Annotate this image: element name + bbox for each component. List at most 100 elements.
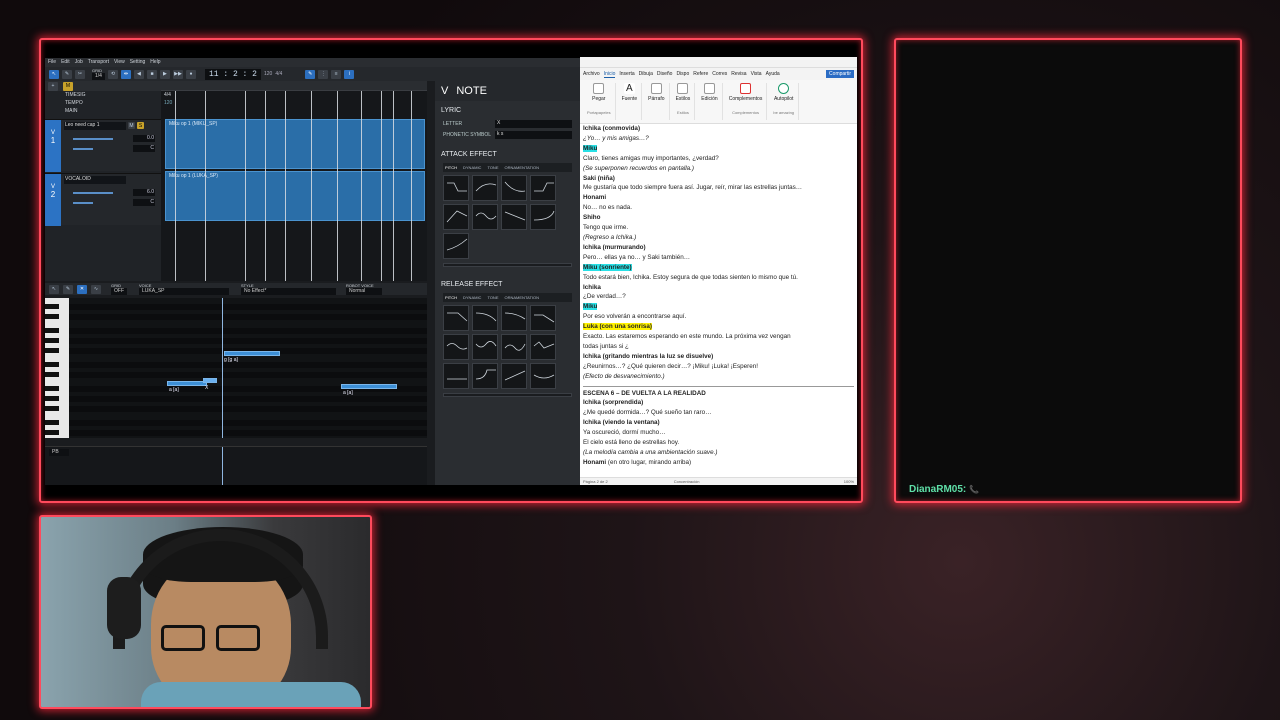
menu-transport[interactable]: Transport [88, 59, 109, 66]
tab-diseno[interactable]: Diseño [657, 71, 673, 77]
effect-thumb[interactable] [501, 305, 527, 331]
style-select[interactable]: No Effect* [241, 288, 336, 295]
tab-pitch[interactable]: PITCH [445, 295, 457, 300]
note[interactable] [167, 381, 207, 386]
parameter-panel[interactable]: PB [45, 446, 427, 485]
pointer-tool-icon[interactable]: ↖ [49, 284, 59, 294]
mixer-icon[interactable]: ⋮ [318, 69, 329, 79]
arrangement-area[interactable]: 4/4 120 Miku op 1 (MIKU_SP) Miku op 1 (L… [161, 81, 427, 281]
tab-ornamentation[interactable]: ORNAMENTATION [505, 165, 540, 170]
phonetic-input[interactable]: k s [495, 131, 572, 139]
edit-icon[interactable]: ✎ [305, 69, 316, 79]
effect-thumb[interactable] [501, 334, 527, 360]
tab-revisar[interactable]: Revisa [731, 71, 746, 77]
grid-select[interactable]: 1/4 [92, 73, 105, 80]
font-icon[interactable]: A [623, 83, 635, 94]
piano-keyboard[interactable] [45, 298, 69, 438]
note-selected[interactable] [203, 378, 217, 383]
tab-dynamic[interactable]: DYNAMIC [463, 165, 481, 170]
track-2[interactable]: V2 VOCALOID 6.0 C [45, 173, 161, 226]
font-button[interactable]: Fuente [622, 96, 638, 102]
styles-icon[interactable] [677, 83, 689, 94]
track-name[interactable]: VOCALOID [64, 176, 126, 184]
letter-input[interactable]: X [495, 120, 572, 128]
effect-thumb[interactable] [443, 233, 469, 259]
solo-icon[interactable]: S [137, 122, 144, 129]
cursor-tool-icon[interactable]: ✕ [77, 284, 87, 294]
track-name[interactable]: Leo need cap 1 [64, 122, 126, 130]
volume-field[interactable]: 0.0 [133, 135, 155, 142]
forward-icon[interactable]: ▶▶ [172, 69, 183, 79]
effect-thumb[interactable] [443, 204, 469, 230]
tab-ornamentation[interactable]: ORNAMENTATION [505, 295, 540, 300]
pan-field[interactable]: C [133, 199, 155, 206]
effect-thumb[interactable] [472, 305, 498, 331]
pan-field[interactable]: C [133, 145, 155, 152]
piano-roll-grid[interactable]: g [ɡ a] a [a] X a [a] [69, 298, 427, 438]
note[interactable] [341, 384, 397, 389]
effect-thumb[interactable] [501, 175, 527, 201]
tab-dynamic[interactable]: DYNAMIC [463, 295, 481, 300]
menu-view[interactable]: View [114, 59, 125, 66]
styles-button[interactable]: Estilos [676, 96, 691, 102]
tab-ayuda[interactable]: Ayuda [766, 71, 780, 77]
share-button[interactable]: Compartir [826, 70, 854, 78]
addins-icon[interactable] [740, 83, 752, 94]
collapse-icon[interactable]: V [441, 85, 448, 97]
menu-edit[interactable]: Edit [61, 59, 70, 66]
robot-voice-select[interactable]: Normal [346, 288, 382, 295]
effect-thumb[interactable] [530, 334, 556, 360]
effect-thumb[interactable] [501, 204, 527, 230]
effect-thumb[interactable] [472, 175, 498, 201]
editing-button[interactable]: Edición [701, 96, 717, 102]
pan-slider[interactable] [73, 202, 93, 204]
effect-thumb[interactable] [443, 334, 469, 360]
part-track-2[interactable]: Miku op 1 (LUKA_SP) [165, 171, 425, 221]
parameter-select[interactable]: PB [49, 449, 69, 456]
volume-field[interactable]: 6.0 [133, 189, 155, 196]
timeline-ruler[interactable] [161, 81, 427, 91]
volume-slider[interactable] [73, 192, 113, 194]
autopilot-icon[interactable] [778, 83, 790, 94]
menu-job[interactable]: Job [75, 59, 83, 66]
effect-thumb[interactable] [472, 204, 498, 230]
part-track-1[interactable]: Miku op 1 (MIKU_SP) [165, 119, 425, 169]
document-body[interactable]: Ichika (conmovida) ¿Yo… y mis amigas…? Mik… [580, 124, 857, 476]
focus-mode[interactable]: Concentración [674, 479, 700, 484]
effect-thumb[interactable] [472, 363, 498, 389]
effect-thumb[interactable] [443, 363, 469, 389]
zoom-level[interactable]: 100% [844, 479, 854, 484]
autopilot-button[interactable]: Autopilot [774, 96, 793, 102]
play-icon[interactable]: ▶ [159, 69, 170, 79]
list-icon[interactable]: ≡ [331, 69, 342, 79]
tab-referencias[interactable]: Refere [693, 71, 708, 77]
curve-tool-icon[interactable]: ∿ [91, 284, 101, 294]
search-icon[interactable] [704, 83, 715, 94]
pan-slider[interactable] [73, 148, 93, 150]
rewind-icon[interactable]: ◀ [133, 69, 144, 79]
release-depth-slider[interactable] [443, 393, 572, 397]
tab-vista[interactable]: Vista [751, 71, 762, 77]
grid-select[interactable]: OFF [111, 288, 127, 295]
effect-thumb[interactable] [501, 363, 527, 389]
mute-icon[interactable]: M [128, 122, 135, 129]
menu-file[interactable]: File [48, 59, 56, 66]
effect-thumb[interactable] [530, 204, 556, 230]
tab-insertar[interactable]: Inserta [619, 71, 634, 77]
add-track-icon[interactable]: + [48, 81, 58, 91]
loop-icon[interactable]: ⟲ [107, 69, 118, 79]
tab-dibujar[interactable]: Dibuja [639, 71, 653, 77]
effect-thumb[interactable] [472, 334, 498, 360]
pointer-tool-icon[interactable]: ↖ [49, 69, 59, 79]
addins-button[interactable]: Complementos [729, 96, 763, 102]
pencil-tool-icon[interactable]: ✎ [63, 284, 73, 294]
mute-all-icon[interactable]: M [63, 81, 73, 91]
snap-icon[interactable]: ⇹ [120, 69, 131, 79]
paragraph-icon[interactable] [650, 83, 662, 94]
volume-slider[interactable] [73, 138, 113, 140]
attack-depth-slider[interactable] [443, 263, 572, 267]
note[interactable] [224, 351, 280, 356]
scissors-tool-icon[interactable]: ✂ [75, 69, 85, 79]
tab-tone[interactable]: TONE [487, 295, 498, 300]
tab-pitch[interactable]: PITCH [445, 165, 457, 170]
